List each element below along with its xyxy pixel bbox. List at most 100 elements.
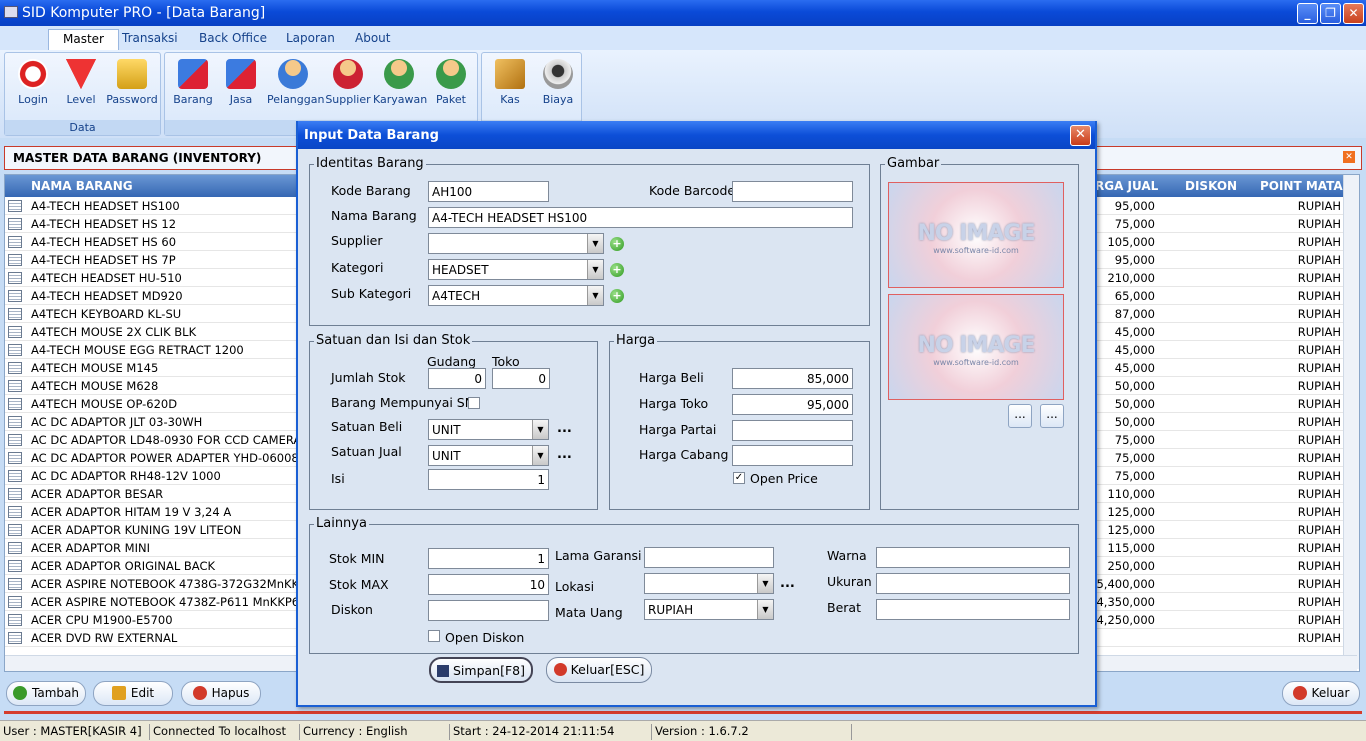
stok-gudang-input[interactable]: 0 bbox=[428, 368, 486, 389]
cell-mata-uang: RUPIAH bbox=[1297, 343, 1341, 357]
ukuran-input[interactable] bbox=[876, 573, 1070, 594]
satuan-beli-more-button[interactable]: ... bbox=[557, 421, 572, 436]
cell-harga-jual: 50,000 bbox=[1114, 415, 1155, 429]
open-price-checkbox[interactable]: ✓ bbox=[733, 472, 745, 484]
cell-mata-uang: RUPIAH bbox=[1297, 361, 1341, 375]
stok-max-input[interactable]: 10 bbox=[428, 574, 549, 595]
satuan-jual-select[interactable]: UNIT ▼ bbox=[428, 445, 549, 466]
tambah-button[interactable]: Tambah bbox=[6, 681, 86, 706]
diskon-input[interactable] bbox=[428, 600, 549, 621]
sn-checkbox[interactable] bbox=[468, 397, 480, 409]
browse-image-2-button[interactable]: ... bbox=[1040, 404, 1064, 428]
level-button[interactable]: Level bbox=[55, 57, 107, 112]
plus-icon bbox=[13, 685, 28, 700]
harga-beli-label: Harga Beli bbox=[639, 370, 704, 385]
supplier-select[interactable]: ▼ bbox=[428, 233, 604, 254]
kas-button[interactable]: Kas bbox=[484, 57, 536, 112]
jasa-button[interactable]: Jasa bbox=[215, 57, 267, 112]
minimize-button[interactable]: _ bbox=[1297, 3, 1318, 24]
restore-button[interactable]: ❐ bbox=[1320, 3, 1341, 24]
harga-toko-input[interactable]: 95,000 bbox=[732, 394, 853, 415]
kode-barcode-input[interactable] bbox=[732, 181, 853, 202]
lokasi-select[interactable]: ▼ bbox=[644, 573, 774, 594]
cell-nama-barang: ACER ASPIRE NOTEBOOK 4738G-372G32MnKK,Ci… bbox=[31, 577, 299, 591]
identitas-legend: Identitas Barang bbox=[314, 156, 426, 171]
password-button[interactable]: Password bbox=[106, 57, 158, 112]
keluar-dialog-button[interactable]: Keluar[ESC] bbox=[546, 657, 652, 683]
satuan-beli-select[interactable]: UNIT ▼ bbox=[428, 419, 549, 440]
pelanggan-button[interactable]: Pelanggan bbox=[267, 57, 324, 112]
satuan-beli-value: UNIT bbox=[432, 423, 461, 437]
simpan-button[interactable]: Simpan[F8] bbox=[429, 657, 533, 683]
cell-mata-uang: RUPIAH bbox=[1297, 379, 1341, 393]
row-icon bbox=[8, 254, 22, 266]
tambah-label: Tambah bbox=[32, 686, 79, 700]
cell-nama-barang: ACER ADAPTOR MINI bbox=[31, 541, 150, 555]
add-supplier-icon[interactable]: + bbox=[610, 237, 624, 251]
keluar-button[interactable]: Keluar bbox=[1282, 681, 1360, 706]
satuan-jual-more-button[interactable]: ... bbox=[557, 447, 572, 462]
supplier-button[interactable]: Supplier bbox=[322, 57, 374, 112]
login-button[interactable]: Login bbox=[7, 57, 59, 112]
column-harga-jual[interactable]: RGA JUAL bbox=[1095, 179, 1158, 193]
barang-button[interactable]: Barang bbox=[167, 57, 219, 112]
tab-laporan[interactable]: Laporan bbox=[272, 29, 349, 50]
open-diskon-checkbox[interactable] bbox=[428, 630, 440, 642]
sn-label: Barang Mempunyai SN bbox=[331, 395, 475, 410]
row-icon bbox=[8, 380, 22, 392]
add-sub-kategori-icon[interactable]: + bbox=[610, 289, 624, 303]
tab-transaksi[interactable]: Transaksi bbox=[108, 29, 192, 50]
cell-harga-jual: 110,000 bbox=[1107, 487, 1155, 501]
column-nama-barang[interactable]: NAMA BARANG bbox=[31, 179, 133, 193]
harga-cabang-input[interactable] bbox=[732, 445, 853, 466]
cell-nama-barang: AC DC ADAPTOR JLT 03-30WH bbox=[31, 415, 203, 429]
warna-input[interactable] bbox=[876, 547, 1070, 568]
berat-input[interactable] bbox=[876, 599, 1070, 620]
add-kategori-icon[interactable]: + bbox=[610, 263, 624, 277]
lama-garansi-input[interactable] bbox=[644, 547, 774, 568]
cell-harga-jual: 4,350,000 bbox=[1096, 595, 1155, 609]
cell-nama-barang: ACER ADAPTOR BESAR bbox=[31, 487, 164, 501]
karyawan-button[interactable]: Karyawan bbox=[373, 57, 427, 112]
harga-partai-input[interactable] bbox=[732, 420, 853, 441]
isi-input[interactable]: 1 bbox=[428, 469, 549, 490]
nama-barang-input[interactable]: A4-TECH HEADSET HS100 bbox=[428, 207, 853, 228]
lokasi-more-button[interactable]: ... bbox=[780, 576, 795, 591]
mata-uang-select[interactable]: RUPIAH ▼ bbox=[644, 599, 774, 620]
column-point-mata[interactable]: POINT MATA bbox=[1260, 179, 1343, 193]
column-diskon[interactable]: DISKON bbox=[1185, 179, 1237, 193]
stok-min-input[interactable]: 1 bbox=[428, 548, 549, 569]
no-image-text: NO IMAGE bbox=[917, 221, 1036, 246]
paket-button[interactable]: Paket bbox=[425, 57, 477, 112]
no-image-text: NO IMAGE bbox=[917, 333, 1036, 358]
product-image-1[interactable]: NO IMAGE www.software-id.com bbox=[888, 182, 1064, 288]
stok-toko-input[interactable]: 0 bbox=[492, 368, 550, 389]
sub-kategori-select[interactable]: A4TECH ▼ bbox=[428, 285, 604, 306]
tab-about[interactable]: About bbox=[341, 29, 404, 50]
cell-nama-barang: A4TECH MOUSE 2X CLIK BLK bbox=[31, 325, 197, 339]
hapus-button[interactable]: Hapus bbox=[181, 681, 261, 706]
biaya-button[interactable]: Biaya bbox=[532, 57, 584, 112]
panel-close-icon[interactable]: ✕ bbox=[1343, 151, 1355, 163]
chevron-down-icon: ▼ bbox=[587, 286, 603, 305]
kas-label: Kas bbox=[500, 93, 520, 106]
edit-button[interactable]: Edit bbox=[93, 681, 173, 706]
warna-label: Warna bbox=[827, 548, 867, 563]
cell-mata-uang: RUPIAH bbox=[1297, 487, 1341, 501]
cell-nama-barang: A4TECH MOUSE OP-620D bbox=[31, 397, 178, 411]
cell-nama-barang: A4-TECH HEADSET HS100 bbox=[31, 199, 180, 213]
close-button[interactable]: ✕ bbox=[1343, 3, 1364, 24]
cell-mata-uang: RUPIAH bbox=[1297, 415, 1341, 429]
kode-barang-input[interactable]: AH100 bbox=[428, 181, 549, 202]
kategori-value: HEADSET bbox=[432, 263, 489, 277]
browse-image-1-button[interactable]: ... bbox=[1008, 404, 1032, 428]
kategori-select[interactable]: HEADSET ▼ bbox=[428, 259, 604, 280]
tab-back-office[interactable]: Back Office bbox=[185, 29, 281, 50]
harga-beli-input[interactable]: 85,000 bbox=[732, 368, 853, 389]
harga-partai-label: Harga Partai bbox=[639, 422, 717, 437]
dialog-close-button[interactable]: ✕ bbox=[1070, 125, 1091, 146]
berat-label: Berat bbox=[827, 600, 861, 615]
vertical-scrollbar[interactable] bbox=[1343, 175, 1359, 669]
product-image-2[interactable]: NO IMAGE www.software-id.com bbox=[888, 294, 1064, 400]
cell-nama-barang: A4TECH HEADSET HU-510 bbox=[31, 271, 182, 285]
